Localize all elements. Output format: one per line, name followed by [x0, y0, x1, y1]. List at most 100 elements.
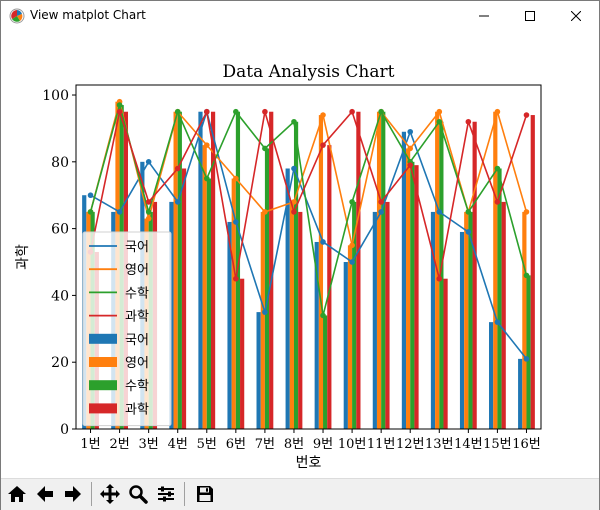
x-tick-label: 12번 — [396, 437, 425, 452]
x-axis: 1번 2번 3번 4번 5번 6번 7번 8번 9번 10번 11번 12번 13번 14번 15번 16번 — [80, 429, 541, 452]
maximize-button[interactable] — [507, 1, 553, 30]
y-axis: 0 20 40 60 80 100 — [42, 88, 76, 438]
x-tick-label: 7번 — [255, 437, 275, 452]
line-point — [203, 108, 210, 115]
x-tick-label: 4번 — [168, 437, 188, 452]
legend-bar-swatch — [89, 403, 117, 414]
window-title: View matplot Chart — [30, 8, 146, 22]
legend-bar-swatch — [89, 357, 117, 367]
home-button[interactable] — [5, 482, 29, 506]
legend-label: 영어 — [125, 263, 149, 278]
line-point — [378, 199, 384, 205]
home-icon — [8, 486, 26, 502]
forward-button[interactable] — [61, 482, 85, 506]
line-point — [407, 145, 414, 152]
y-tick-label: 60 — [51, 222, 69, 238]
sliders-icon — [158, 486, 174, 502]
bar — [177, 111, 182, 429]
x-axis-label: 번호 — [296, 455, 322, 471]
bar — [376, 111, 382, 429]
line-point — [233, 175, 239, 182]
back-button[interactable] — [33, 482, 57, 506]
pan-button[interactable] — [98, 482, 122, 506]
line-point — [523, 356, 530, 362]
line-point — [494, 165, 501, 172]
bar — [414, 165, 419, 429]
arrow-left-icon — [37, 486, 53, 502]
line-point — [174, 165, 181, 172]
bar — [501, 201, 506, 429]
bar — [489, 322, 494, 429]
line-point — [436, 118, 443, 125]
line-point — [436, 209, 443, 215]
line-point — [465, 229, 472, 235]
minimize-button[interactable] — [461, 1, 507, 30]
line-point — [523, 112, 530, 118]
floppy-icon — [197, 486, 213, 502]
line-point — [116, 209, 123, 215]
legend-label: 국어 — [125, 240, 149, 255]
bar — [459, 231, 465, 429]
bar — [385, 201, 390, 429]
x-tick-label: 10번 — [338, 437, 367, 452]
line-point — [320, 112, 326, 118]
y-tick-label: 20 — [51, 355, 69, 371]
legend-label: 영어 — [125, 356, 149, 371]
chart-svg: Data Analysis Chart 0 20 40 60 80 100 1번 2번 3번 4… — [15, 62, 542, 471]
bar — [497, 168, 502, 429]
x-tick-label: 14번 — [454, 437, 483, 452]
minimize-icon — [479, 15, 489, 16]
zoom-button[interactable] — [126, 482, 150, 506]
legend-label: 수학 — [125, 286, 149, 301]
configure-subplots-button[interactable] — [154, 482, 178, 506]
line-point — [349, 259, 355, 265]
bar — [410, 161, 415, 429]
bar — [256, 312, 261, 429]
line-point — [174, 108, 181, 115]
toolbar-separator — [91, 482, 92, 506]
legend-bar-swatch — [89, 380, 117, 391]
legend-label: 과학 — [125, 402, 149, 417]
line-point — [203, 175, 210, 182]
line-point — [145, 159, 152, 165]
bar — [264, 148, 270, 430]
bar — [472, 121, 477, 430]
bar — [464, 211, 469, 429]
bar — [260, 211, 265, 429]
y-tick-label: 80 — [51, 155, 69, 171]
close-icon — [571, 10, 581, 21]
bar — [526, 275, 531, 429]
title-bar[interactable]: View matplot Chart — [1, 1, 599, 30]
line-point — [523, 272, 530, 279]
bar — [443, 278, 448, 429]
line-point — [87, 192, 94, 199]
y-axis-label: 과학 — [15, 244, 31, 270]
x-tick-label: 8번 — [284, 437, 304, 452]
close-button[interactable] — [553, 1, 599, 30]
legend: 국어영어수학과학국어영어수학과학 — [82, 231, 172, 427]
legend-label: 국어 — [125, 333, 149, 348]
line-point — [262, 209, 268, 215]
line-point — [349, 242, 355, 249]
line-point — [262, 309, 268, 315]
bar — [240, 278, 245, 429]
x-tick-label: 5번 — [197, 437, 217, 452]
bar — [343, 262, 348, 429]
line-point — [436, 275, 443, 282]
line-point — [465, 118, 472, 125]
bar — [518, 358, 523, 429]
x-tick-label: 3번 — [139, 437, 159, 452]
line-point — [87, 209, 94, 215]
bar — [356, 111, 361, 429]
move-icon — [100, 484, 120, 504]
line-point — [378, 108, 384, 115]
chart-canvas[interactable]: Data Analysis Chart 0 20 40 60 80 100 1번 2번 3번 4… — [1, 30, 599, 478]
bar — [323, 315, 328, 429]
line-point — [233, 108, 239, 115]
line-point — [116, 102, 123, 108]
chart-title: Data Analysis Chart — [223, 62, 395, 82]
save-button[interactable] — [193, 482, 217, 506]
legend-box — [82, 231, 172, 427]
line-point — [494, 199, 501, 205]
bar — [522, 211, 527, 429]
